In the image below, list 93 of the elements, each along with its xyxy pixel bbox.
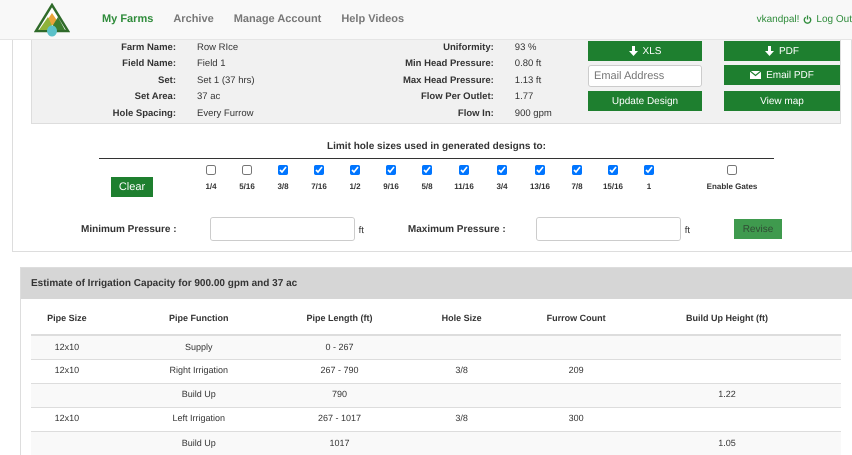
table-cell: 790 <box>332 389 347 400</box>
hole-sizes-title: Limit hole sizes used in generated designs to: <box>99 139 774 159</box>
update-design-button[interactable]: Update Design <box>588 91 702 111</box>
download-icon <box>628 46 638 56</box>
field-value: 0.80 ft <box>514 57 542 72</box>
table-cell: Left Irrigation <box>172 413 226 424</box>
field-value: 1.77 <box>514 90 534 104</box>
download-icon <box>765 46 774 56</box>
nav-link[interactable]: Manage Account <box>234 11 322 28</box>
checkbox-label: 1/4 <box>205 181 217 193</box>
checkbox-label: 1/2 <box>349 181 361 193</box>
table-cell: Right Irrigation <box>170 365 228 376</box>
checkbox-label: 1 <box>646 181 652 193</box>
table-cell: 267 - 790 <box>320 365 358 376</box>
unit-label: ft <box>684 224 690 238</box>
checkbox[interactable] <box>459 165 469 175</box>
table-cell: 1017 <box>329 438 350 448</box>
minimum-pressure-label: Minimum Pressure : <box>81 222 177 236</box>
checkbox[interactable] <box>314 165 324 175</box>
checkbox[interactable] <box>422 165 432 175</box>
field-label: Flow Per Outlet: <box>420 90 494 104</box>
nav-link[interactable]: Archive <box>173 11 214 28</box>
checkbox[interactable] <box>386 165 396 175</box>
checkbox[interactable] <box>350 165 360 175</box>
pdf-download-button[interactable]: PDF <box>724 41 840 61</box>
field-label: Farm Name: <box>120 41 176 55</box>
maximum-pressure-label: Maximum Pressure : <box>408 222 506 236</box>
field-label: Flow In: <box>456 106 494 121</box>
table-cell: 209 <box>568 365 584 376</box>
checkbox[interactable] <box>644 165 654 175</box>
table-cell: 1.05 <box>718 438 736 448</box>
checkbox-label: 7/8 <box>571 181 583 193</box>
unit-label: ft <box>358 224 364 238</box>
envelope-icon <box>750 71 762 79</box>
checkbox[interactable] <box>278 165 288 175</box>
clear-button[interactable]: Clear <box>111 177 153 197</box>
checkbox[interactable] <box>727 165 737 175</box>
nav-link[interactable]: Help Videos <box>341 11 404 28</box>
checkbox-label: 11/16 <box>454 181 474 193</box>
email-field[interactable]: Email Address <box>588 65 702 87</box>
xls-download-button[interactable]: XLS <box>588 41 702 61</box>
field-value: Field 1 <box>197 57 227 72</box>
checkbox-label: 7/16 <box>311 181 327 193</box>
checkbox[interactable] <box>535 165 545 175</box>
field-value: 1.13 ft <box>514 74 542 88</box>
field-value: 900 gpm <box>514 106 553 121</box>
field-label: Min Head Pressure: <box>404 57 494 72</box>
field-value: Set 1 (37 hrs) <box>197 74 256 88</box>
view-map-button[interactable]: View map <box>724 91 840 111</box>
table-cell: Supply <box>185 342 213 352</box>
maximum-pressure-field[interactable] <box>536 217 681 241</box>
field-value: Row RIce <box>197 41 240 55</box>
power-icon <box>803 15 812 24</box>
table-cell: 267 - 1017 <box>318 413 361 424</box>
field-value: 93 % <box>514 41 538 55</box>
table-cell: 300 <box>568 413 584 424</box>
checkbox-label: 5/8 <box>421 181 433 193</box>
field-value: 37 ac <box>197 90 222 104</box>
table-cell: Build Up <box>182 438 216 448</box>
field-label: Set: <box>157 74 176 88</box>
username-link[interactable]: vkandpal! <box>756 12 800 27</box>
logo-icon <box>34 2 70 36</box>
panel-title: Estimate of Irrigation Capacity for 900.00 gpm and 37 ac <box>21 268 852 299</box>
table-cell: 3/8 <box>455 365 468 376</box>
checkbox[interactable] <box>608 165 618 175</box>
checkbox-label: 3/8 <box>277 181 289 193</box>
table-cell: 12x10 <box>54 342 80 352</box>
checkbox-label: 5/16 <box>239 181 255 193</box>
field-value: Every Furrow <box>197 106 254 121</box>
table-cell: Build Up <box>182 389 216 400</box>
checkbox[interactable] <box>206 165 216 175</box>
checkbox-label: Enable Gates <box>706 181 758 193</box>
nav-link[interactable]: My Farms <box>102 11 154 28</box>
field-label: Max Head Pressure: <box>402 74 494 88</box>
field-label: Field Name: <box>121 57 176 72</box>
field-label: Set Area: <box>134 90 176 104</box>
table-cell: 3/8 <box>455 413 468 424</box>
table-cell: 12x10 <box>54 365 80 376</box>
field-label: Hole Spacing: <box>112 106 176 121</box>
checkbox[interactable] <box>572 165 582 175</box>
table-cell: 0 - 267 <box>325 342 354 352</box>
checkbox-label: 13/16 <box>530 181 550 193</box>
email-pdf-button[interactable]: Email PDF <box>724 65 840 85</box>
logout-link[interactable]: Log Out <box>803 12 852 27</box>
minimum-pressure-field[interactable] <box>210 217 355 241</box>
checkbox[interactable] <box>497 165 507 175</box>
table-cell: 12x10 <box>54 413 80 424</box>
checkbox-label: 3/4 <box>496 181 508 193</box>
checkbox[interactable] <box>242 165 252 175</box>
field-label: Uniformity: <box>442 41 494 55</box>
table-cell: 1.22 <box>718 389 736 400</box>
checkbox-label: 9/16 <box>383 181 399 193</box>
checkbox-label: 15/16 <box>602 181 624 193</box>
